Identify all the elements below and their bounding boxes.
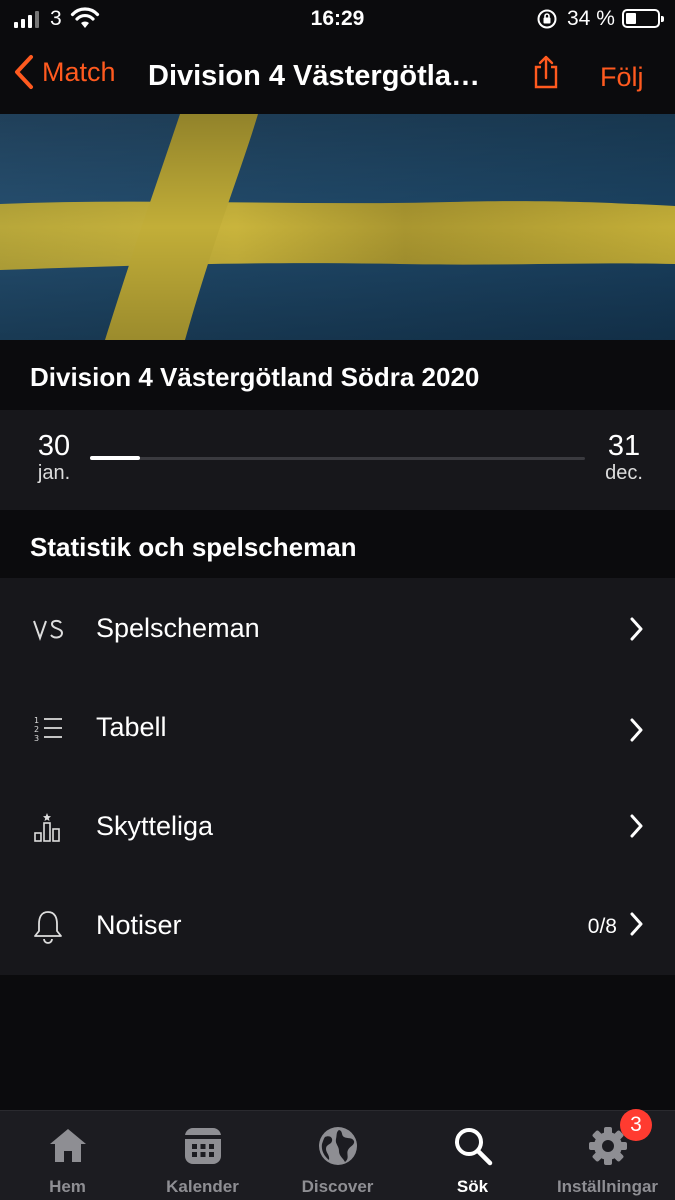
tab-label: Sök — [456, 1177, 489, 1196]
stats-section-title: Statistik och spelscheman — [30, 532, 357, 562]
svg-text:3: 3 — [34, 734, 39, 743]
season-start-month: jan. — [37, 462, 71, 484]
tab-label: Inställningar — [556, 1177, 659, 1196]
season-end-date: 31 dec. — [598, 430, 650, 484]
season-progress-bar — [90, 456, 585, 460]
chevron-right-icon — [630, 912, 643, 936]
navigation-bar: Match Division 4 Västergötland Södra 202… — [0, 40, 675, 114]
back-button-label: Match — [42, 56, 116, 87]
battery-percentage: 34 % — [567, 7, 615, 30]
tab-label: Hem — [49, 1177, 86, 1196]
menu-item-notiser[interactable]: Notiser 0/8 — [0, 875, 675, 974]
tab-installningar[interactable]: Inställningar — [540, 1111, 675, 1200]
tab-label: Discover — [301, 1177, 374, 1196]
swedish-flag-image — [0, 114, 675, 340]
bar-chart-icon — [34, 813, 60, 842]
follow-button[interactable]: Följ — [600, 62, 644, 93]
share-icon[interactable] — [532, 54, 560, 90]
tab-bar: Hem Kalender Discover Sök Inställningar … — [0, 1109, 675, 1200]
league-title: Division 4 Västergötland Södra 2020 — [30, 362, 480, 392]
tab-kalender[interactable]: Kalender — [135, 1111, 270, 1200]
season-end-month: dec. — [605, 462, 643, 484]
menu-item-label: Skytteliga — [96, 811, 214, 841]
menu-item-label: Tabell — [96, 712, 167, 742]
tab-discover[interactable]: Discover — [270, 1111, 405, 1200]
menu-item-spelscheman[interactable]: Spelscheman — [0, 578, 675, 677]
ranked-list-icon: 1 2 3 — [34, 716, 62, 743]
search-icon — [455, 1128, 493, 1166]
tab-hem[interactable]: Hem — [0, 1111, 135, 1200]
chevron-right-icon — [630, 617, 643, 641]
svg-text:1: 1 — [34, 716, 39, 725]
back-button[interactable]: Match — [14, 54, 116, 90]
menu-item-tabell[interactable]: 1 2 3 Tabell — [0, 677, 675, 776]
svg-text:2: 2 — [34, 725, 39, 734]
season-progress-card: 30 jan. 31 dec. — [0, 410, 675, 510]
tab-sok[interactable]: Sök — [405, 1111, 540, 1200]
season-end-day: 31 — [607, 430, 641, 462]
orientation-lock-icon — [537, 9, 557, 29]
tab-label: Kalender — [166, 1177, 239, 1196]
notification-count: 0/8 — [587, 915, 617, 938]
league-banner-flag — [0, 114, 675, 340]
chevron-right-icon — [630, 718, 643, 742]
league-title-header: Division 4 Västergötland Södra 2020 — [0, 340, 675, 410]
menu-item-label: Notiser — [96, 910, 182, 940]
stats-section-header: Statistik och spelscheman — [0, 510, 675, 578]
season-start-day: 30 — [37, 430, 71, 462]
season-progress-fill — [90, 456, 140, 460]
chevron-right-icon — [630, 814, 643, 838]
vs-icon — [33, 619, 64, 642]
globe-icon — [319, 1127, 357, 1165]
menu-item-skytteliga[interactable]: Skytteliga — [0, 776, 675, 875]
calendar-icon — [185, 1128, 221, 1164]
page-title: Division 4 Västergötland Södra 2020 — [148, 60, 493, 92]
notification-badge: 3 — [620, 1109, 652, 1141]
chevron-left-icon — [15, 55, 33, 89]
bell-icon — [34, 911, 62, 944]
season-start-date: 30 jan. — [30, 430, 78, 484]
stats-menu: Spelscheman 1 2 3 Tabell Skytteliga Noti… — [0, 578, 675, 975]
menu-item-label: Spelscheman — [96, 613, 260, 643]
home-icon — [50, 1129, 86, 1162]
status-bar: 3 16:29 34 % — [0, 0, 675, 40]
battery-icon — [622, 9, 664, 28]
